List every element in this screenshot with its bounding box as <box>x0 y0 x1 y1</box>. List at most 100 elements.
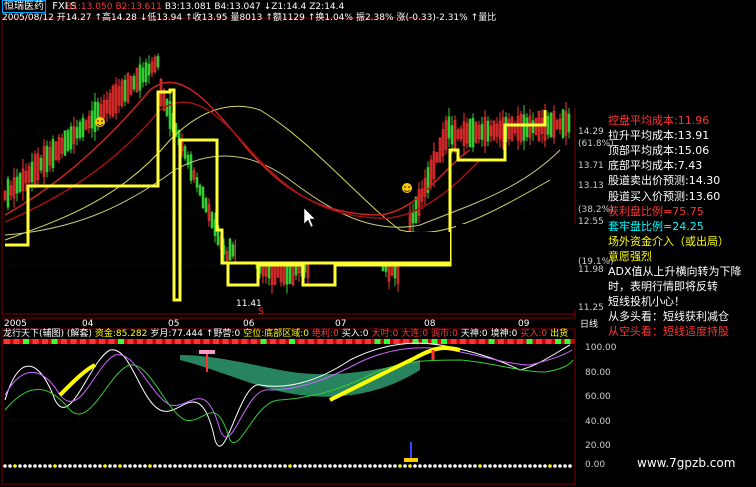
candle-body <box>45 145 49 173</box>
signal-strip-mark <box>374 339 381 344</box>
baseline-dot <box>33 464 37 468</box>
candle-body <box>525 117 529 138</box>
baseline-dot <box>408 464 412 468</box>
candle-body <box>183 146 187 159</box>
baseline-dot <box>153 464 157 468</box>
baseline-dot <box>178 464 182 468</box>
candle-body <box>69 126 73 150</box>
signal-strip-mark <box>460 339 466 344</box>
baseline-dot <box>128 464 132 468</box>
baseline-dot <box>528 464 532 468</box>
baseline-dot <box>568 464 572 468</box>
signal-strip-mark <box>365 339 371 344</box>
baseline-dot <box>193 464 197 468</box>
signal-strip-mark <box>526 339 533 344</box>
baseline-dot <box>158 464 162 468</box>
ma-line-red <box>4 81 471 216</box>
signal-strip-mark <box>61 339 67 344</box>
indicator-value: 境神:0 <box>490 329 518 339</box>
baseline-dot <box>293 464 297 468</box>
baseline-dot <box>383 464 387 468</box>
quote-date: 2005/08/12 <box>2 13 54 23</box>
baseline-dot <box>538 464 542 468</box>
price-axis-label: 13.71 <box>578 161 604 171</box>
info-line: ADX值从上升横向转为下降 <box>608 265 742 278</box>
baseline-dot <box>143 464 147 468</box>
baseline-dot <box>138 464 142 468</box>
signal-strip-mark <box>298 339 305 344</box>
baseline-dot <box>168 464 172 468</box>
baseline-dot <box>263 464 267 468</box>
sub-panel-header[interactable]: 龙行天下(辅图) (解套) 资金:85.282 岁月:77.444 ↑野营:0 空位:… <box>3 330 571 339</box>
candle-body <box>51 139 55 169</box>
baseline-dot <box>18 464 22 468</box>
price-levels-row: B1:13.050 B2:13.611 B3:13.081 B4:13.047 ↓Z1:… <box>66 3 347 12</box>
overlay-box-mid <box>236 232 450 262</box>
price-axis-label: 11.25 <box>578 303 604 313</box>
baseline-dot <box>338 464 342 468</box>
candle-body <box>411 211 415 224</box>
baseline-dot <box>548 464 552 468</box>
baseline-dot <box>483 464 487 468</box>
time-axis-label: 05 <box>168 319 180 329</box>
baseline-dot <box>118 464 122 468</box>
watermark: www.7gpzb.com <box>637 456 736 470</box>
baseline-dot <box>83 464 87 468</box>
indicator-value: 岁月:77.444 <box>150 329 203 339</box>
info-line: 拉升平均成本:13.91 <box>608 129 710 143</box>
baseline-dot <box>173 464 177 468</box>
price-level-item: B3:13.081 <box>164 2 212 12</box>
signal-strip-mark <box>89 339 96 344</box>
stock-name: 恒瑞医药 <box>2 0 46 13</box>
baseline-dot <box>498 464 502 468</box>
baseline-dot <box>463 464 467 468</box>
quote-item: 开14.27 <box>56 13 92 23</box>
time-axis-label: 06 <box>243 319 255 329</box>
baseline-dot <box>358 464 362 468</box>
price-level-item: B1:13.050 <box>66 2 113 12</box>
info-line: 股道卖出价预测:14.30 <box>608 174 721 188</box>
signal-strip-mark <box>536 339 542 344</box>
baseline-dot <box>163 464 167 468</box>
baseline-dot <box>93 464 97 468</box>
signal-strip-mark <box>146 339 153 344</box>
candle-body <box>561 109 565 138</box>
baseline-dot <box>303 464 307 468</box>
baseline-dot <box>403 464 407 468</box>
baseline-dot <box>393 464 397 468</box>
baseline-dots <box>3 464 572 468</box>
baseline-dot <box>378 464 382 468</box>
baseline-dot <box>113 464 117 468</box>
smiley-icon <box>95 117 105 127</box>
baseline-dot <box>418 464 422 468</box>
info-line: 短线投机小心！ <box>608 295 685 309</box>
baseline-dot <box>453 464 457 468</box>
baseline-dot <box>3 464 7 468</box>
candle-body <box>147 63 151 76</box>
time-axis-label: 08 <box>424 319 436 329</box>
indicator-value: 调市:0 <box>431 329 458 339</box>
signal-strip-mark <box>450 339 457 344</box>
baseline-dot <box>13 464 17 468</box>
candle-body <box>132 76 136 90</box>
price-level-item: ↓Z1:14.4 <box>263 2 307 12</box>
signal-strip-mark <box>137 339 143 344</box>
candle-body <box>93 101 97 133</box>
daily-tab[interactable]: 日线 <box>580 321 598 330</box>
signal-strip-mark <box>213 339 219 344</box>
signal-strip-mark <box>517 339 523 344</box>
signal-strip-mark <box>251 339 257 344</box>
sub-axis-label: 100.00 <box>585 343 617 353</box>
indicator-value: 资金:85.282 <box>94 329 148 339</box>
baseline-dot <box>28 464 32 468</box>
baseline-dot <box>43 464 47 468</box>
quote-item: 量8013 <box>230 13 263 23</box>
signal-strip-mark <box>469 339 476 344</box>
candle-body <box>63 130 67 156</box>
indicator-value: 天神:0 <box>460 329 488 339</box>
indicator-value: 出货 <box>550 329 569 339</box>
signal-strip-mark <box>32 339 39 344</box>
baseline-dot <box>433 464 437 468</box>
quote-item: ↑收13.95 <box>185 13 228 23</box>
info-line: 套牢盘比例=24.25 <box>608 219 704 233</box>
